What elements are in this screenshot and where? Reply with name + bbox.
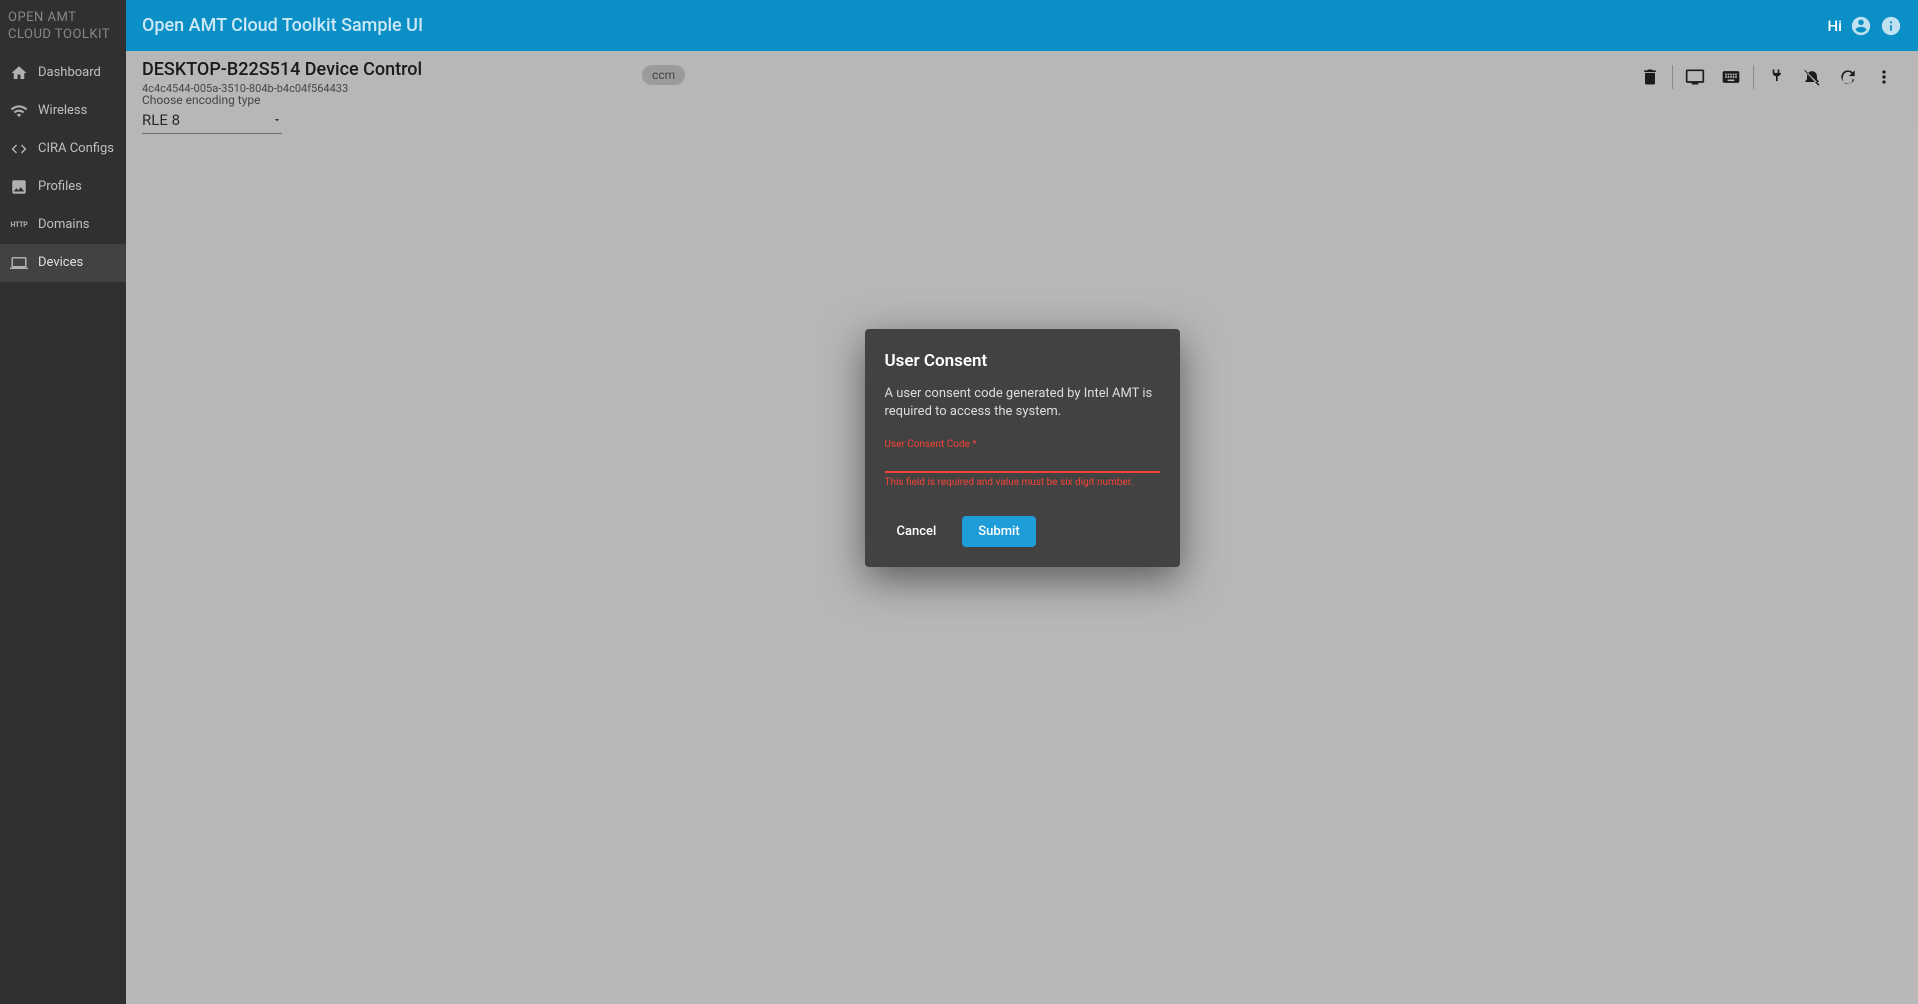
account-icon[interactable] (1850, 15, 1872, 37)
consent-code-hint: This field is required and value must be… (885, 477, 1160, 488)
user-consent-dialog: User Consent A user consent code generat… (865, 329, 1180, 567)
sidebar-item-wireless[interactable]: Wireless (0, 92, 126, 130)
submit-button[interactable]: Submit (962, 516, 1035, 547)
app-title: Open AMT Cloud Toolkit Sample UI (142, 15, 423, 36)
sidebar-item-label: Devices (38, 255, 83, 270)
sidebar-item-label: Dashboard (38, 65, 101, 80)
sidebar-item-label: Domains (38, 217, 89, 232)
greeting: Hi (1828, 17, 1842, 35)
modal-overlay: User Consent A user consent code generat… (126, 51, 1918, 1004)
dialog-text: A user consent code generated by Intel A… (885, 385, 1160, 421)
sidebar-item-profiles[interactable]: Profiles (0, 168, 126, 206)
consent-code-label: User Consent Code * (885, 439, 1160, 450)
laptop-icon (10, 254, 28, 272)
code-icon (10, 140, 28, 158)
sidebar-item-devices[interactable]: Devices (0, 244, 126, 282)
topbar: Open AMT Cloud Toolkit Sample UI Hi (126, 0, 1918, 51)
sidebar-item-dashboard[interactable]: Dashboard (0, 54, 126, 92)
wifi-icon (10, 102, 28, 120)
image-icon (10, 178, 28, 196)
sidebar: OPEN AMT CLOUD TOOLKIT Dashboard Wireles… (0, 0, 126, 1004)
sidebar-item-label: CIRA Configs (38, 141, 114, 156)
info-icon[interactable] (1880, 15, 1902, 37)
cancel-button[interactable]: Cancel (885, 516, 949, 547)
sidebar-header: OPEN AMT CLOUD TOOLKIT (0, 0, 126, 54)
dialog-title: User Consent (885, 351, 1160, 371)
consent-code-input[interactable] (885, 451, 1160, 473)
sidebar-item-cira-configs[interactable]: CIRA Configs (0, 130, 126, 168)
sidebar-item-label: Wireless (38, 103, 87, 118)
sidebar-item-label: Profiles (38, 179, 82, 194)
http-icon: HTTP (10, 216, 28, 234)
sidebar-item-domains[interactable]: HTTP Domains (0, 206, 126, 244)
home-icon (10, 64, 28, 82)
